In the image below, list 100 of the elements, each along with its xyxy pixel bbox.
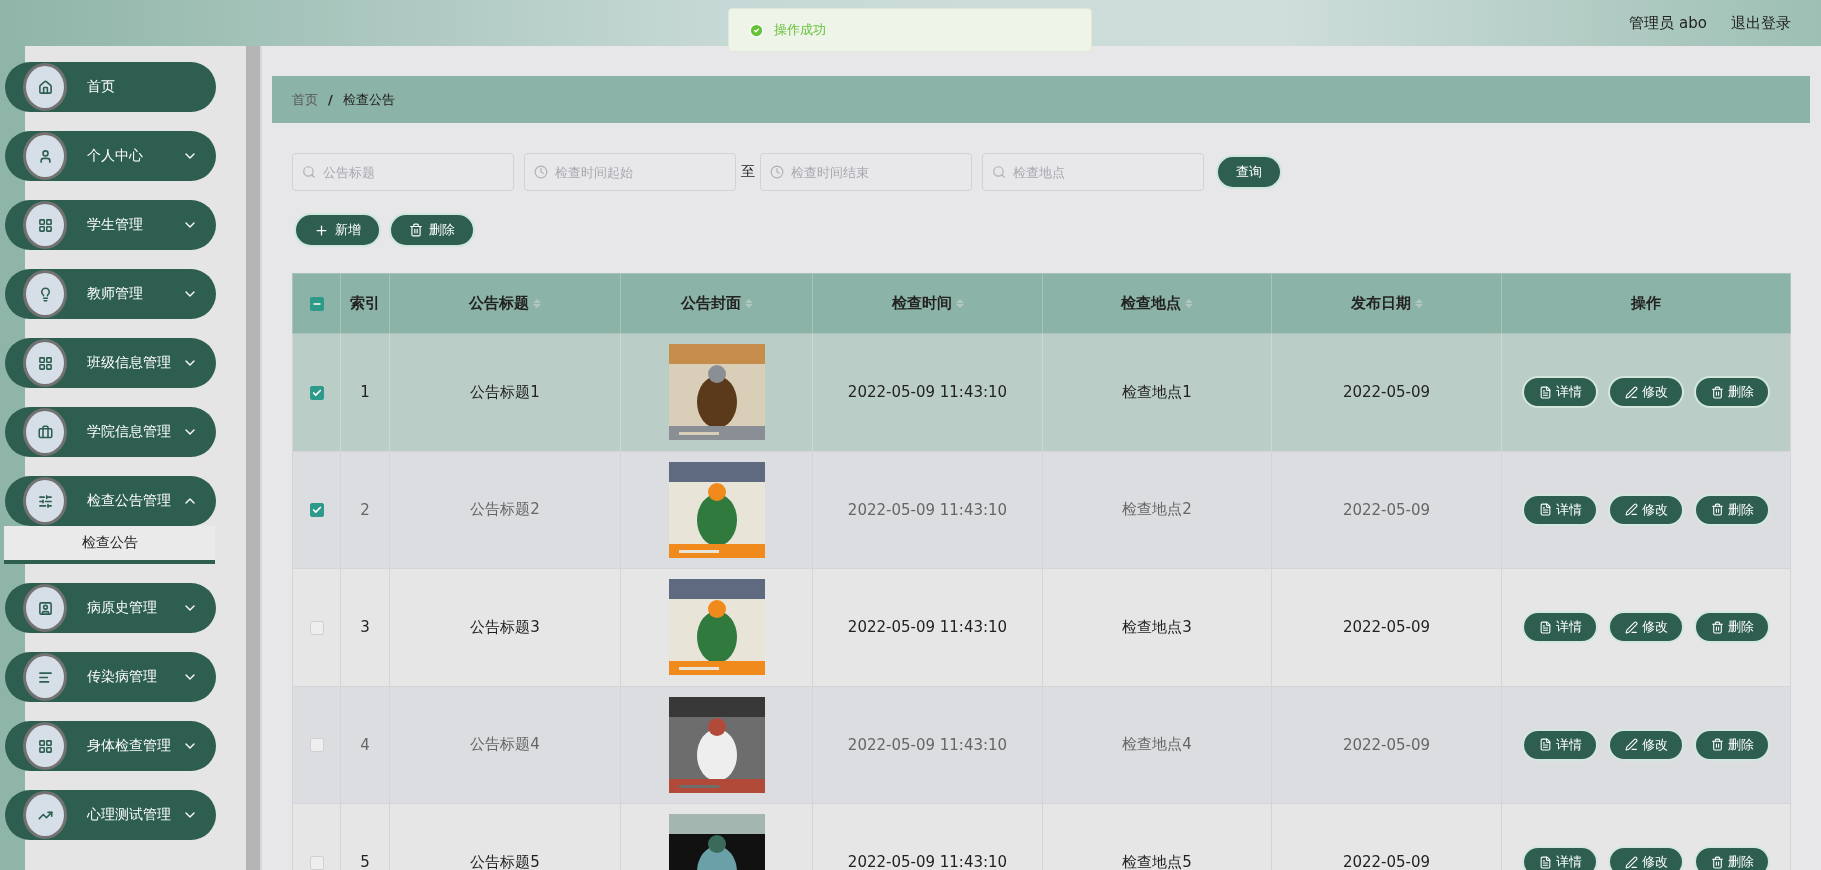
- title-cell: 公告标题2: [470, 500, 540, 519]
- row-checkbox[interactable]: [309, 738, 324, 753]
- column-header[interactable]: 公告标题: [469, 294, 529, 312]
- trash-icon: [1710, 503, 1724, 517]
- lines-icon: [23, 653, 67, 701]
- edit-button[interactable]: 修改: [1608, 846, 1684, 870]
- lightbulb-icon: [23, 270, 67, 318]
- sidebar-item[interactable]: 首页: [5, 62, 216, 112]
- breadcrumb-link[interactable]: 检查公告: [342, 90, 395, 109]
- details-button[interactable]: 详情: [1522, 611, 1598, 644]
- trash-icon: [1710, 738, 1724, 752]
- grid-icon: [23, 722, 67, 770]
- sliders-icon: [23, 477, 67, 525]
- logout-link[interactable]: 退出登录: [1731, 13, 1791, 33]
- toast-message: 操作成功: [774, 21, 826, 39]
- date-cell: 2022-05-09: [1342, 383, 1431, 402]
- delete-button[interactable]: 删除: [1694, 376, 1770, 409]
- search-icon: [302, 165, 316, 179]
- row-checkbox[interactable]: [309, 620, 324, 635]
- details-button[interactable]: 详情: [1522, 376, 1598, 409]
- pencil-icon: [1624, 620, 1638, 634]
- pencil-icon: [1624, 738, 1638, 752]
- document-icon: [1538, 503, 1552, 517]
- sidebar-item[interactable]: 班级信息管理: [5, 338, 216, 388]
- delete-button[interactable]: 删除: [389, 213, 475, 247]
- row-checkbox[interactable]: [309, 503, 324, 518]
- range-separator: 至: [741, 163, 755, 181]
- row-checkbox[interactable]: [309, 855, 324, 870]
- title-cell: 公告标题3: [470, 617, 540, 636]
- row-checkbox[interactable]: [309, 385, 324, 400]
- add-button[interactable]: 新增: [294, 213, 381, 247]
- time-cell: 2022-05-09 11:43:10: [847, 618, 1008, 637]
- time-cell: 2022-05-09 11:43:10: [847, 383, 1008, 402]
- place-cell: 检查地点4: [1122, 735, 1192, 754]
- delete-button[interactable]: 删除: [1694, 493, 1770, 526]
- edit-button[interactable]: 修改: [1608, 493, 1684, 526]
- details-button[interactable]: 详情: [1522, 728, 1598, 761]
- column-header: 操作: [1631, 294, 1661, 312]
- query-button[interactable]: 查询: [1216, 155, 1282, 189]
- details-button[interactable]: 详情: [1522, 493, 1598, 526]
- column-header[interactable]: 检查时间: [891, 294, 952, 312]
- time-cell: 2022-05-09 11:43:10: [847, 735, 1008, 754]
- delete-button[interactable]: 删除: [1694, 611, 1770, 644]
- success-icon: [749, 22, 764, 38]
- start-time-field[interactable]: 检查时间起始: [524, 153, 736, 191]
- admin-user: 管理员 abo: [1629, 13, 1707, 33]
- home-icon: [23, 63, 67, 111]
- place-search-field[interactable]: 检查地点: [982, 153, 1204, 191]
- edit-button[interactable]: 修改: [1608, 728, 1684, 761]
- check-icon: [311, 505, 322, 516]
- place-cell: 检查地点3: [1122, 617, 1192, 636]
- end-time-field[interactable]: 检查时间结束: [760, 153, 972, 191]
- person-icon: [23, 584, 67, 632]
- delete-button[interactable]: 删除: [1694, 728, 1770, 761]
- details-button[interactable]: 详情: [1522, 846, 1598, 870]
- index-cell: 1: [360, 383, 370, 402]
- sidebar-item[interactable]: 教师管理: [5, 269, 216, 319]
- sort-icon[interactable]: [744, 299, 753, 308]
- select-all-checkbox[interactable]: [309, 297, 324, 311]
- index-cell: 2: [360, 500, 370, 519]
- sidebar-item[interactable]: 学院信息管理: [5, 407, 216, 457]
- sidebar-item[interactable]: 个人中心: [5, 131, 216, 181]
- date-cell: 2022-05-09: [1342, 618, 1431, 637]
- date-cell: 2022-05-09: [1342, 500, 1431, 519]
- sidebar-item[interactable]: 检查公告管理: [5, 476, 216, 526]
- sidebar-item[interactable]: 身体检查管理: [5, 721, 216, 771]
- column-header[interactable]: 公告封面: [680, 294, 741, 312]
- grid-icon: [23, 339, 67, 387]
- briefcase-icon: [23, 408, 67, 456]
- search-icon: [992, 165, 1006, 179]
- sort-icon[interactable]: [1185, 299, 1193, 308]
- sidebar-item[interactable]: 病原史管理: [5, 583, 216, 633]
- trash-icon: [1710, 855, 1724, 869]
- column-header[interactable]: 检查地点: [1121, 294, 1181, 312]
- sort-icon[interactable]: [1414, 299, 1423, 308]
- index-cell: 5: [360, 853, 370, 870]
- title-cell: 公告标题5: [470, 852, 540, 870]
- delete-button[interactable]: 删除: [1694, 846, 1770, 870]
- place-cell: 检查地点1: [1122, 382, 1192, 401]
- document-icon: [1538, 738, 1552, 752]
- sidebar-item[interactable]: 心理测试管理: [5, 790, 216, 840]
- document-icon: [1538, 855, 1552, 869]
- clock-icon: [770, 165, 784, 179]
- title-search-field[interactable]: 公告标题: [292, 153, 514, 191]
- index-cell: 4: [360, 735, 370, 754]
- breadcrumb-separator: /: [328, 92, 333, 107]
- clock-icon: [534, 165, 548, 179]
- index-cell: 3: [360, 618, 370, 637]
- sort-icon[interactable]: [955, 299, 964, 308]
- sidebar-item[interactable]: 传染病管理: [5, 652, 216, 702]
- sort-icon[interactable]: [533, 299, 541, 308]
- edit-button[interactable]: 修改: [1608, 376, 1684, 409]
- chart-icon: [23, 791, 67, 839]
- date-cell: 2022-05-09: [1342, 735, 1431, 754]
- submenu-item[interactable]: 检查公告: [4, 526, 215, 564]
- sidebar-item[interactable]: 学生管理: [5, 200, 216, 250]
- pencil-icon: [1624, 385, 1638, 399]
- column-header[interactable]: 发布日期: [1350, 294, 1411, 312]
- edit-button[interactable]: 修改: [1608, 611, 1684, 644]
- grid-icon: [23, 201, 67, 249]
